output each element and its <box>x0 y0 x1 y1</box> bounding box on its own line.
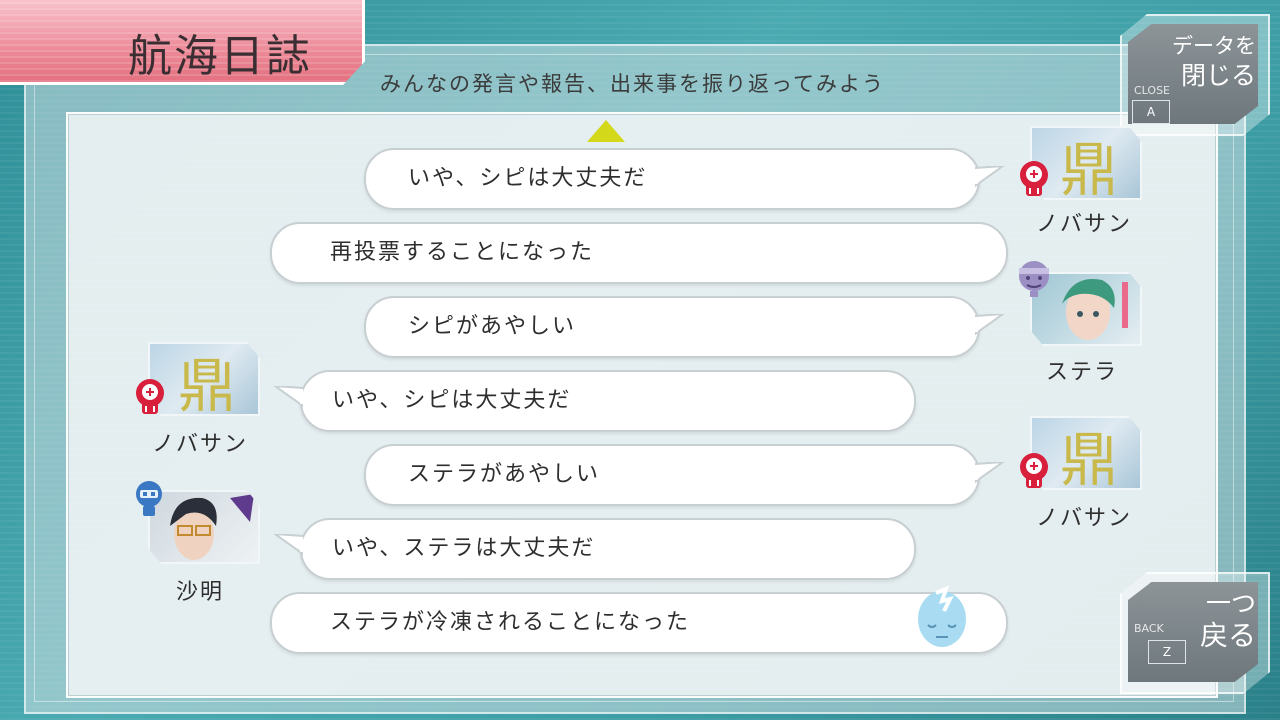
back-key-hint: Z <box>1148 640 1186 664</box>
speaker-name: 沙明 <box>176 580 225 605</box>
log-entry-bubble: いや、シピは大丈夫だ <box>273 370 916 432</box>
back-label-line1: 一つ <box>1205 589 1256 618</box>
back-button[interactable]: BACK Z 一つ 戻る <box>1120 572 1270 694</box>
log-entry-bubble: シピがあやしい <box>364 296 1005 358</box>
log-entry-bubble: いや、シピは大丈夫だ <box>364 148 1005 210</box>
log-entry-text: いや、シピは大丈夫だ <box>408 166 648 191</box>
log-entry-text: いや、ステラは大丈夫だ <box>332 536 596 561</box>
log-entry-text: 再投票することになった <box>330 240 595 265</box>
speaker-name: ステラ <box>1046 360 1119 385</box>
log-entry-text: ステラがあやしい <box>408 462 601 487</box>
close-data-button[interactable]: CLOSE A データを 閉じる <box>1120 14 1270 136</box>
svg-text:鼎: 鼎 <box>178 352 236 414</box>
log-entry-bubble: ステラが冷凍されることになった <box>270 592 1008 654</box>
log-entry-text: ステラが冷凍されることになった <box>330 610 691 635</box>
close-label-line1: データを <box>1172 34 1256 58</box>
page-title: 航海日誌 <box>128 31 312 82</box>
red-skull-icon <box>1020 161 1048 196</box>
close-small-label: CLOSE <box>1134 84 1171 97</box>
back-small-label: BACK <box>1134 622 1164 635</box>
log-entry-text: いや、シピは大丈夫だ <box>332 388 572 413</box>
back-label-line2: 戻る <box>1199 619 1256 652</box>
speaker-name: ノバサン <box>1036 506 1133 531</box>
speaker-name: ノバサン <box>152 432 249 457</box>
red-skull-icon <box>136 379 164 414</box>
purple-bandaged-face-icon <box>1019 261 1049 297</box>
speaker-name: ノバサン <box>1036 212 1133 237</box>
blue-headset-icon <box>136 481 162 516</box>
log-entry-bubble: 再投票することになった <box>270 222 1008 284</box>
log-entry-text: シピがあやしい <box>408 314 577 339</box>
title-tab: 航海日誌 <box>0 0 365 85</box>
svg-text:鼎: 鼎 <box>1060 426 1118 488</box>
page-subtitle: みんなの発言や報告、出来事を振り返ってみよう <box>380 72 885 96</box>
svg-text:鼎: 鼎 <box>1060 136 1118 198</box>
red-skull-icon <box>1020 453 1048 488</box>
close-label-line2: 閉じる <box>1180 61 1256 90</box>
frozen-head-icon <box>918 585 966 647</box>
log-entry-bubble: いや、ステラは大丈夫だ <box>273 518 916 580</box>
scroll-up-arrow[interactable] <box>587 120 625 142</box>
log-entry-bubble: ステラがあやしい <box>364 444 1005 506</box>
close-key-hint: A <box>1132 100 1170 124</box>
